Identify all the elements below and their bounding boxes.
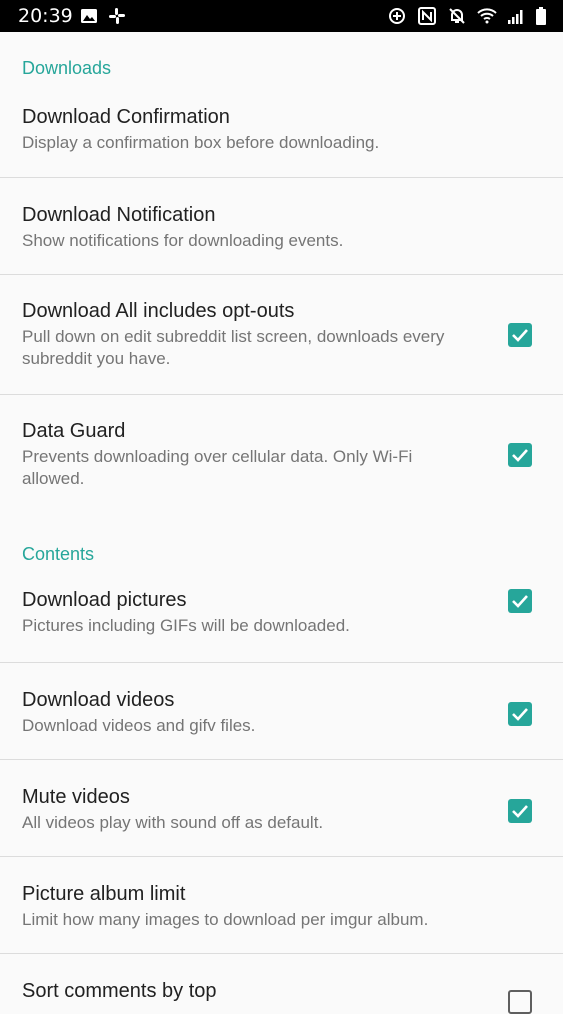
- pref-picture-album-limit[interactable]: Picture album limit Limit how many image…: [0, 857, 563, 954]
- mute-videos-checkbox[interactable]: [508, 799, 532, 823]
- pref-title: Download Notification: [22, 204, 216, 226]
- data-guard-checkbox[interactable]: [508, 443, 532, 467]
- download-pictures-checkbox[interactable]: [508, 589, 532, 613]
- check-icon: [512, 449, 528, 462]
- signal-icon: [507, 6, 525, 26]
- check-icon: [512, 708, 528, 721]
- pref-summary: All videos play with sound off as defaul…: [22, 813, 324, 832]
- pref-summary: Pictures including GIFs will be download…: [22, 616, 350, 635]
- pref-download-notification[interactable]: Download Notification Show notifications…: [0, 178, 563, 275]
- status-time: 20:39: [18, 5, 73, 27]
- check-icon: [512, 805, 528, 818]
- image-icon: [80, 7, 98, 25]
- section-header-contents: Contents: [22, 543, 95, 564]
- pref-summary: Limit how many images to download per im…: [22, 910, 429, 929]
- notifications-off-icon: [447, 6, 467, 26]
- pref-title: Picture album limit: [22, 883, 186, 905]
- sort-comments-by-top-checkbox[interactable]: [508, 990, 532, 1014]
- section-header-downloads: Downloads: [22, 57, 112, 78]
- pref-data-guard[interactable]: Data Guard Prevents downloading over cel…: [0, 395, 563, 515]
- status-left-icons: [80, 6, 126, 26]
- pref-sort-comments-by-top[interactable]: Sort comments by top: [0, 954, 563, 1014]
- check-icon: [512, 595, 528, 608]
- pref-download-confirmation[interactable]: Download Confirmation Display a confirma…: [0, 104, 563, 178]
- pref-title: Sort comments by top: [22, 980, 217, 1002]
- pref-summary: Download videos and gifv files.: [22, 716, 256, 735]
- pref-title: Download All includes opt-outs: [22, 300, 295, 322]
- pref-title: Data Guard: [22, 420, 126, 442]
- pref-download-pictures[interactable]: Download pictures Pictures including GIF…: [0, 587, 563, 663]
- pref-summary: Prevents downloading over cellular data.…: [22, 447, 413, 488]
- pref-title: Download pictures: [22, 589, 187, 611]
- pref-summary: Display a confirmation box before downlo…: [22, 133, 380, 152]
- download-all-opt-outs-checkbox[interactable]: [508, 323, 532, 347]
- pref-summary: Show notifications for downloading event…: [22, 231, 344, 250]
- pref-download-all-opt-outs[interactable]: Download All includes opt-outs Pull down…: [0, 275, 563, 395]
- pref-mute-videos[interactable]: Mute videos All videos play with sound o…: [0, 760, 563, 857]
- nfc-icon: [417, 6, 437, 26]
- pref-title: Download videos: [22, 689, 175, 711]
- download-videos-checkbox[interactable]: [508, 702, 532, 726]
- status-right-icons: [387, 6, 547, 26]
- data-saver-icon: [387, 6, 407, 26]
- slack-icon: [108, 7, 126, 25]
- check-icon: [512, 329, 528, 342]
- pref-download-videos[interactable]: Download videos Download videos and gifv…: [0, 663, 563, 760]
- battery-icon: [535, 6, 547, 26]
- pref-title: Mute videos: [22, 786, 130, 808]
- pref-summary: Pull down on edit subreddit list screen,…: [22, 327, 445, 368]
- status-bar: 20:39: [0, 0, 563, 32]
- settings-list: Downloads Download Confirmation Display …: [0, 32, 563, 1014]
- wifi-icon: [477, 6, 497, 26]
- pref-title: Download Confirmation: [22, 106, 230, 128]
